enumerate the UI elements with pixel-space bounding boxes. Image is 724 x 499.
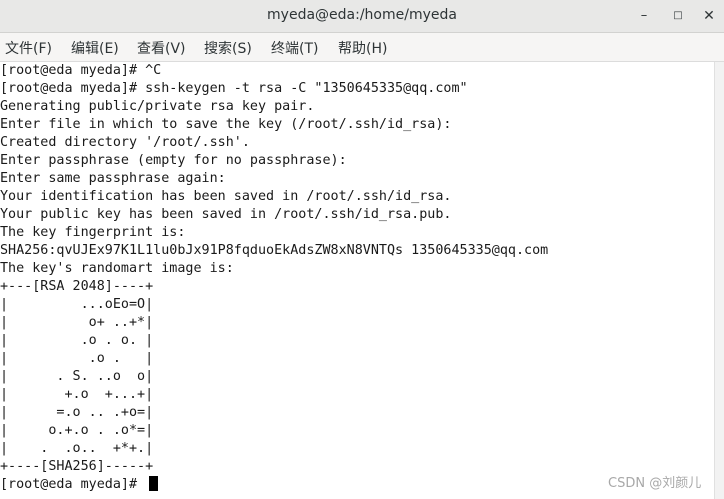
- randomart-line: | .o . o. |: [0, 333, 154, 348]
- randomart-line: | o.+.o . .o*=|: [0, 423, 154, 438]
- menu-file[interactable]: 文件(F): [5, 38, 52, 58]
- text-cursor: [149, 476, 159, 491]
- randomart-line: +---[RSA 2048]----+: [0, 279, 154, 294]
- menu-view[interactable]: 查看(V): [137, 38, 186, 58]
- prompt-line[interactable]: [root@eda myeda]#: [0, 476, 714, 494]
- terminal-output[interactable]: [root@eda myeda]# ^C [root@eda myeda]# s…: [0, 62, 714, 499]
- terminal-line: Enter passphrase (empty for no passphras…: [0, 153, 347, 168]
- randomart-line: | .o . |: [0, 351, 154, 366]
- randomart-line: | +.o +...+|: [0, 387, 154, 402]
- minimize-button[interactable]: –: [633, 5, 655, 27]
- randomart-line: +----[SHA256]-----+: [0, 459, 154, 474]
- terminal-line: The key fingerprint is:: [0, 225, 186, 240]
- menu-edit[interactable]: 编辑(E): [71, 38, 119, 58]
- randomart-line: | =.o .. .+o=|: [0, 405, 154, 420]
- terminal-line: Your identification has been saved in /r…: [0, 189, 452, 204]
- terminal-line: [root@eda myeda]# ^C: [0, 63, 162, 78]
- shell-prompt: [root@eda myeda]#: [0, 477, 146, 492]
- randomart-line: | ...oEo=O|: [0, 297, 154, 312]
- menu-terminal[interactable]: 终端(T): [271, 38, 318, 58]
- terminal-line: Created directory '/root/.ssh'.: [0, 135, 250, 150]
- terminal-line: [root@eda myeda]# ssh-keygen -t rsa -C "…: [0, 81, 468, 96]
- close-button[interactable]: ✕: [698, 5, 720, 27]
- randomart-line: | . S. ..o o|: [0, 369, 154, 384]
- terminal-line: SHA256:qvUJEx97K1L1lu0bJx91P8fqduoEkAdsZ…: [0, 243, 549, 258]
- terminal-line: Generating public/private rsa key pair.: [0, 99, 315, 114]
- randomart-line: | . .o.. +*+.|: [0, 441, 154, 456]
- title-bar[interactable]: myeda@eda:/home/myeda – □ ✕: [0, 0, 724, 33]
- terminal-line: Enter file in which to save the key (/ro…: [0, 117, 452, 132]
- scrollbar[interactable]: [714, 62, 724, 499]
- watermark: CSDN @刘颜儿: [608, 476, 702, 491]
- terminal-line: Your public key has been saved in /root/…: [0, 207, 452, 222]
- maximize-button[interactable]: □: [667, 5, 689, 27]
- terminal-line: Enter same passphrase again:: [0, 171, 226, 186]
- terminal-window: myeda@eda:/home/myeda – □ ✕ 文件(F) 编辑(E) …: [0, 0, 724, 499]
- randomart-line: | o+ ..+*|: [0, 315, 154, 330]
- terminal-line: The key's randomart image is:: [0, 261, 234, 276]
- window-title: myeda@eda:/home/myeda: [267, 7, 457, 23]
- menu-bar: 文件(F) 编辑(E) 查看(V) 搜索(S) 终端(T) 帮助(H): [0, 33, 724, 62]
- menu-help[interactable]: 帮助(H): [338, 38, 387, 58]
- menu-search[interactable]: 搜索(S): [204, 38, 252, 58]
